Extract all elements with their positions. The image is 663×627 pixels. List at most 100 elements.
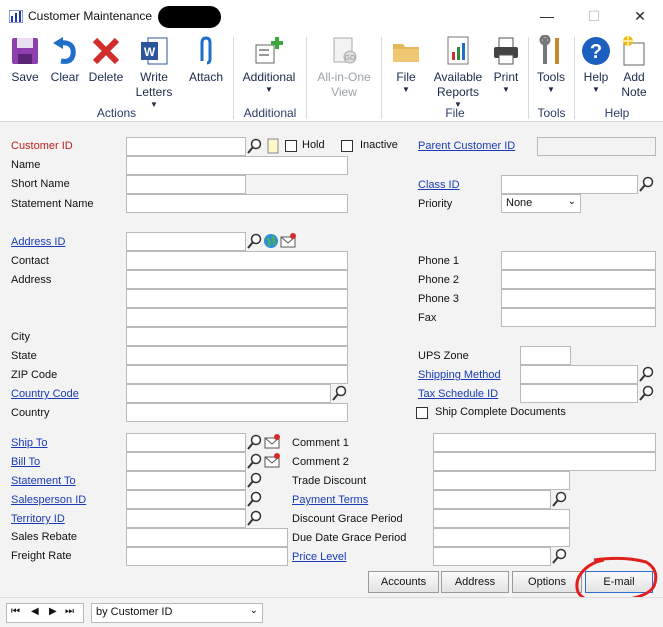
lookup-icon[interactable] [639,176,655,192]
state-field[interactable] [126,346,348,365]
close-button[interactable]: ✕ [629,6,651,26]
delete-label: Delete [88,70,124,84]
help-button[interactable]: ? Help ▼ [578,35,614,94]
last-record-button[interactable]: ⏭ [65,606,74,617]
address-button[interactable]: Address [441,571,509,593]
phone3-label: Phone 3 [418,293,459,305]
phone3-field[interactable] [501,289,656,308]
all-in-one-view-button[interactable]: GO All-in-One View [310,35,378,100]
accounts-button[interactable]: Accounts [368,571,439,593]
payment-terms-field[interactable] [433,490,551,509]
sales-rebate-field[interactable] [126,528,288,547]
ship-to-link[interactable]: Ship To [11,437,48,449]
attach-button[interactable]: Attach [185,35,227,85]
statement-to-link[interactable]: Statement To [11,475,76,487]
next-record-button[interactable]: ▶ [49,606,57,617]
price-level-link[interactable]: Price Level [292,551,346,563]
minimize-button[interactable]: — [536,6,558,26]
save-button[interactable]: Save [6,35,44,85]
ship-complete-checkbox[interactable] [416,407,428,419]
delete-button[interactable]: Delete [85,35,127,85]
statement-name-field[interactable] [126,194,348,213]
address-id-link[interactable]: Address ID [11,236,65,248]
lookup-icon[interactable] [247,434,263,450]
clear-button[interactable]: Clear [46,35,84,85]
salesperson-id-link[interactable]: Salesperson ID [11,494,86,506]
tax-schedule-id-field[interactable] [520,384,638,403]
lookup-icon[interactable] [552,548,568,564]
customer-id-field[interactable] [126,137,246,156]
country-field[interactable] [126,403,348,422]
address-id-field[interactable] [126,232,246,251]
discount-grace-period-field[interactable] [433,509,570,528]
due-date-grace-period-field[interactable] [433,528,570,547]
country-code-field[interactable] [126,384,331,403]
bill-to-link[interactable]: Bill To [11,456,40,468]
lookup-icon[interactable] [639,385,655,401]
price-level-field[interactable] [433,547,551,566]
tools-button[interactable]: Tools ▼ [532,35,570,94]
additional-button[interactable]: Additional ▼ [238,35,300,94]
phone1-field[interactable] [501,251,656,270]
lookup-icon[interactable] [247,510,263,526]
contact-field[interactable] [126,251,348,270]
salesperson-id-field[interactable] [126,490,246,509]
first-record-button[interactable]: ⏮ [11,606,20,617]
previous-record-button[interactable]: ◀ [31,606,39,617]
email-icon[interactable] [280,233,296,249]
address-line2-field[interactable] [126,289,348,308]
sales-rebate-label: Sales Rebate [11,531,78,543]
payment-terms-link[interactable]: Payment Terms [292,494,368,506]
address-line1-field[interactable] [126,270,348,289]
available-reports-button[interactable]: Available Reports ▼ [430,35,486,109]
bill-to-field[interactable] [126,452,246,471]
add-note-button[interactable]: Add Note [616,35,652,100]
write-letters-button[interactable]: W Write Letters ▼ [130,35,178,109]
lookup-icon[interactable] [639,366,655,382]
hold-checkbox[interactable] [285,140,297,152]
freight-rate-field[interactable] [126,547,288,566]
city-field[interactable] [126,327,348,346]
priority-select[interactable]: None ⌄ [501,194,581,213]
inactive-checkbox[interactable] [341,140,353,152]
options-button[interactable]: Options [512,571,582,593]
name-field[interactable] [126,156,348,175]
sort-order-select[interactable]: by Customer ID ⌄ [91,603,263,623]
note-icon[interactable] [265,138,281,154]
comment2-field[interactable] [433,452,656,471]
shipping-method-field[interactable] [520,365,638,384]
trade-discount-field[interactable] [433,471,570,490]
class-id-field[interactable] [501,175,638,194]
short-name-field[interactable] [126,175,246,194]
print-button[interactable]: Print ▼ [489,35,523,94]
lookup-icon[interactable] [552,491,568,507]
lookup-icon[interactable] [247,233,263,249]
territory-id-field[interactable] [126,509,246,528]
email-icon[interactable] [264,453,280,469]
ups-zone-field[interactable] [520,346,571,365]
lookup-icon[interactable] [247,453,263,469]
lookup-icon[interactable] [247,491,263,507]
comment1-field[interactable] [433,433,656,452]
file-group-label: File [445,106,465,120]
maximize-button[interactable]: ☐ [583,6,605,26]
email-icon[interactable] [264,434,280,450]
phone2-field[interactable] [501,270,656,289]
zip-code-field[interactable] [126,365,348,384]
territory-id-link[interactable]: Territory ID [11,513,65,525]
globe-icon[interactable] [263,233,279,249]
lookup-icon[interactable] [247,472,263,488]
shipping-method-link[interactable]: Shipping Method [418,369,501,381]
lookup-icon[interactable] [332,385,348,401]
statement-to-field[interactable] [126,471,246,490]
phone1-label: Phone 1 [418,255,459,267]
address-line3-field[interactable] [126,308,348,327]
parent-customer-id-link[interactable]: Parent Customer ID [418,140,515,152]
lookup-icon[interactable] [247,138,263,154]
country-code-link[interactable]: Country Code [11,388,79,400]
file-button[interactable]: File ▼ [388,35,424,94]
class-id-link[interactable]: Class ID [418,179,460,191]
tax-schedule-id-link[interactable]: Tax Schedule ID [418,388,498,400]
ship-to-field[interactable] [126,433,246,452]
fax-field[interactable] [501,308,656,327]
